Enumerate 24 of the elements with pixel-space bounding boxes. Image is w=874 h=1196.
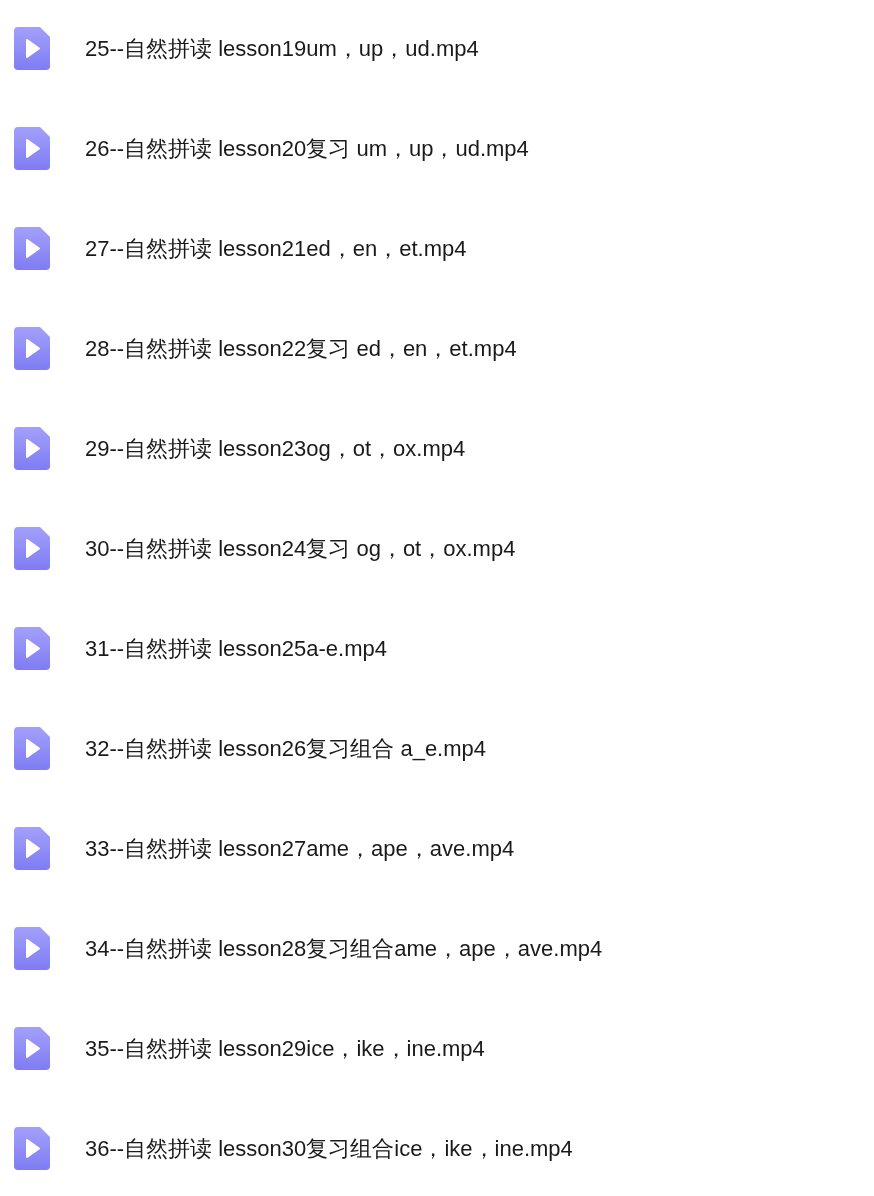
video-file-icon <box>14 1026 50 1070</box>
file-name[interactable]: 35--自然拼读 lesson29ice，ike，ine.mp4 <box>85 1031 485 1065</box>
video-file-icon <box>14 1126 50 1170</box>
video-file-icon <box>14 726 50 770</box>
video-file-icon <box>14 126 50 170</box>
file-name[interactable]: 33--自然拼读 lesson27ame，ape，ave.mp4 <box>85 831 515 865</box>
video-file-icon <box>14 626 50 670</box>
file-name[interactable]: 28--自然拼读 lesson22复习 ed，en，et.mp4 <box>85 331 517 365</box>
file-name[interactable]: 31--自然拼读 lesson25a-e.mp4 <box>85 631 387 665</box>
file-name[interactable]: 30--自然拼读 lesson24复习 og，ot，ox.mp4 <box>85 531 516 565</box>
video-file-icon <box>14 926 50 970</box>
video-file-icon <box>14 826 50 870</box>
video-file-icon <box>14 526 50 570</box>
video-file-icon <box>14 326 50 370</box>
file-name[interactable]: 27--自然拼读 lesson21ed，en，et.mp4 <box>85 231 467 265</box>
file-name[interactable]: 29--自然拼读 lesson23og，ot，ox.mp4 <box>85 431 466 465</box>
video-file-icon <box>14 226 50 270</box>
file-name[interactable]: 34--自然拼读 lesson28复习组合ame，ape，ave.mp4 <box>85 931 603 965</box>
video-file-icon <box>14 426 50 470</box>
file-name[interactable]: 26--自然拼读 lesson20复习 um，up，ud.mp4 <box>85 131 529 165</box>
file-name[interactable]: 32--自然拼读 lesson26复习组合 a_e.mp4 <box>85 731 487 765</box>
file-name[interactable]: 36--自然拼读 lesson30复习组合ice，ike，ine.mp4 <box>85 1131 573 1165</box>
video-file-icon <box>14 26 50 70</box>
file-name[interactable]: 25--自然拼读 lesson19um，up，ud.mp4 <box>85 31 479 65</box>
